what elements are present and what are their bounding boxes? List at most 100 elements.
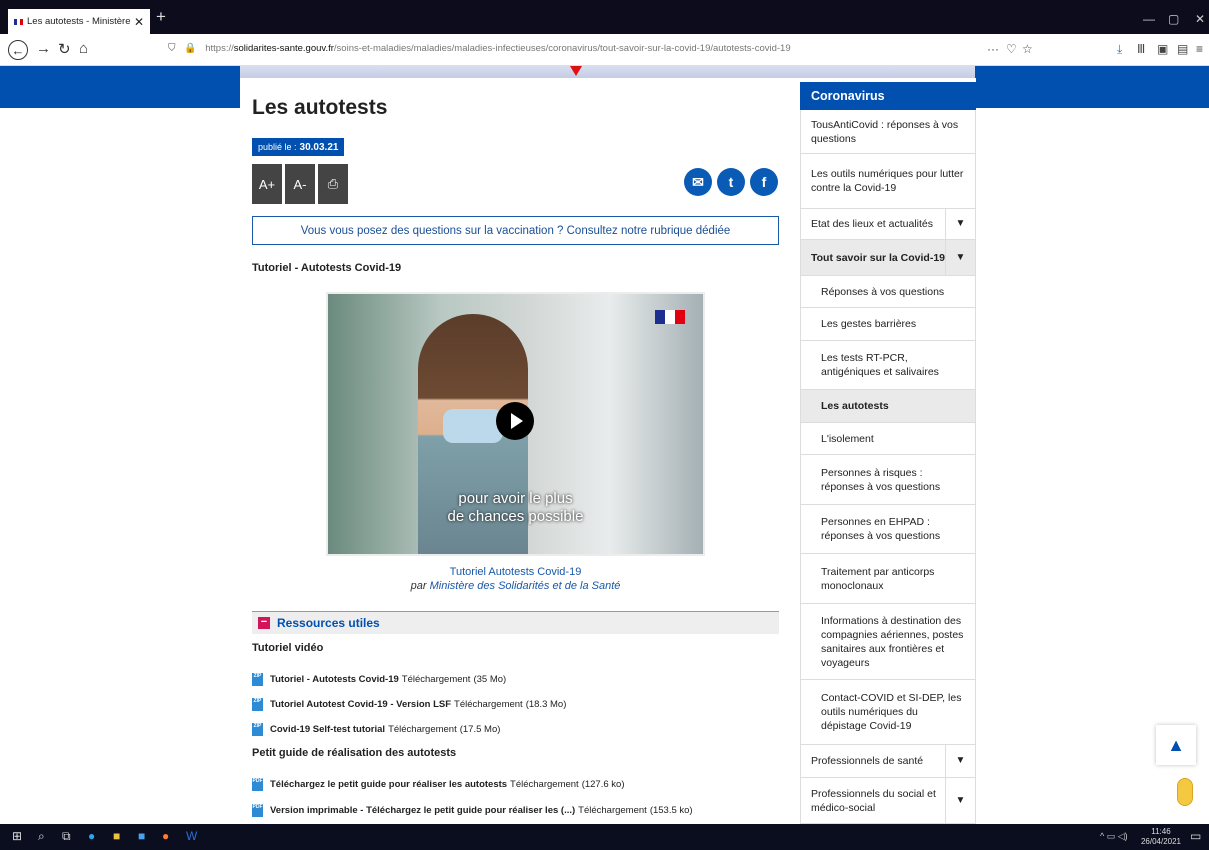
vaccination-link[interactable]: Vous vous posez des questions sur la vac…: [252, 216, 779, 245]
download-name: Version imprimable - Téléchargez le peti…: [270, 805, 576, 816]
sidebar-item-professionnels-social[interactable]: Professionnels du social et médico-socia…: [800, 778, 976, 824]
back-arrow-icon[interactable]: ←: [8, 40, 28, 60]
font-increase-button[interactable]: A+: [252, 164, 282, 204]
store-icon[interactable]: ■: [138, 829, 145, 843]
download-item[interactable]: ZIP Tutoriel Autotest Covid-19 - Version…: [252, 698, 566, 711]
download-item[interactable]: ZIP Tutoriel - Autotests Covid-19 Téléch…: [252, 673, 506, 686]
padlock-icon[interactable]: [1177, 778, 1193, 806]
download-size: (35 Mo): [473, 674, 507, 685]
download-size: (153.5 ko): [649, 805, 693, 816]
download-item[interactable]: PDF Version imprimable - Téléchargez le …: [252, 804, 693, 817]
clock[interactable]: 11:46 26/04/2021: [1141, 827, 1181, 847]
minimize-icon[interactable]: —: [1143, 12, 1155, 26]
font-decrease-button[interactable]: A-: [285, 164, 315, 204]
tab-title: Les autotests - Ministère des S: [27, 16, 131, 27]
download-action: Téléchargement: [401, 674, 471, 685]
sidebar-item-reponses[interactable]: Réponses à vos questions: [800, 276, 976, 308]
play-icon[interactable]: [496, 402, 534, 440]
sidebar-title[interactable]: Coronavirus: [800, 82, 976, 110]
sidebar-item-label: Les autotests: [821, 400, 889, 412]
library-icon[interactable]: Ⅲ: [1137, 42, 1145, 56]
download-action: Téléchargement: [388, 724, 457, 735]
video-title-link[interactable]: Tutoriel Autotests Covid-19: [326, 566, 705, 578]
scroll-to-top-button[interactable]: ▲: [1156, 725, 1196, 765]
sidebar-item-label: L'isolement: [821, 432, 874, 445]
facebook-share-icon[interactable]: f: [750, 168, 778, 196]
resources-header[interactable]: − Ressources utiles: [252, 611, 779, 634]
system-tray-icons[interactable]: ^ ▭ ◁): [1100, 831, 1128, 842]
home-icon[interactable]: ⌂: [79, 40, 88, 57]
task-view-icon[interactable]: ⧉: [62, 829, 71, 844]
published-label: publié le :: [258, 142, 297, 152]
more-actions-icon[interactable]: ···: [987, 42, 999, 56]
article-tools: A+ A- ⎙: [252, 164, 348, 204]
download-action: Téléchargement: [510, 779, 579, 790]
taskbar: ⊞ ⌕ ⧉ ● ■ ■ ● W ^ ▭ ◁) 11:46 26/04/2021 …: [0, 824, 1209, 850]
sidebar-item-compagnies-aeriennes[interactable]: Informations à destination des compagnie…: [800, 604, 976, 680]
word-icon[interactable]: W: [186, 829, 197, 843]
sidebar-item-tests[interactable]: Les tests RT-PCR, antigéniques et saliva…: [800, 341, 976, 390]
download-name: Tutoriel Autotest Covid-19 - Version LSF: [270, 699, 452, 710]
clock-date: 26/04/2021: [1140, 837, 1181, 846]
browser-tab[interactable]: Les autotests - Ministère des S ✕: [8, 9, 150, 34]
restore-icon[interactable]: ▢: [1168, 12, 1179, 26]
sidebar-icon[interactable]: ▣: [1157, 42, 1168, 56]
shield-icon: ⛉: [168, 43, 176, 54]
sidebar-item-autotests[interactable]: Les autotests: [800, 390, 976, 423]
collapse-icon[interactable]: −: [258, 617, 270, 629]
file-explorer-icon[interactable]: ■: [113, 829, 120, 843]
bookmark-star-icon[interactable]: ☆: [1022, 42, 1033, 56]
chevron-down-icon[interactable]: ▼: [945, 778, 975, 823]
twitter-share-icon[interactable]: t: [717, 168, 745, 196]
sidebar-item-label: Contact-COVID et SI-DEP, les outils numé…: [821, 692, 962, 732]
pocket-icon[interactable]: ♡: [1006, 42, 1017, 56]
sidebar-item-label: Traitement par anticorps monoclonaux: [821, 565, 935, 592]
video-author-link[interactable]: Ministère des Solidarités et de la Santé: [430, 580, 621, 592]
sidebar-item-anticorps[interactable]: Traitement par anticorps monoclonaux: [800, 554, 976, 604]
sidebar-item-tout-savoir[interactable]: Tout savoir sur la Covid-19 ▼: [800, 240, 976, 276]
new-tab-button[interactable]: +: [156, 7, 166, 27]
sidebar-item-label: Réponses à vos questions: [821, 285, 945, 298]
notifications-icon[interactable]: ▭: [1190, 829, 1201, 843]
menu-icon[interactable]: ≡: [1196, 42, 1203, 56]
zip-file-icon: ZIP: [252, 723, 263, 736]
firefox-icon[interactable]: ●: [162, 829, 169, 843]
download-item[interactable]: ZIP Covid-19 Self-test tutorial Téléchar…: [252, 723, 500, 736]
close-tab-icon[interactable]: ✕: [134, 15, 144, 29]
download-icon[interactable]: ⤓: [1117, 42, 1122, 57]
search-icon[interactable]: ⌕: [38, 829, 45, 844]
sidebar-item-outils-numeriques[interactable]: Les outils numériques pour lutter contre…: [800, 154, 976, 209]
sidebar-item-etat-des-lieux[interactable]: Etat des lieux et actualités ▼: [800, 209, 976, 240]
sidebar-item-professionnels-sante[interactable]: Professionnels de santé ▼: [800, 745, 976, 778]
video-player[interactable]: pour avoir le plus de chances possible: [326, 292, 705, 556]
french-flag-icon: [655, 310, 685, 324]
sidebar-item-contact-covid[interactable]: Contact-COVID et SI-DEP, les outils numé…: [800, 680, 976, 745]
windows-start-icon[interactable]: ⊞: [12, 829, 22, 843]
chevron-down-icon[interactable]: ▼: [945, 240, 975, 275]
banner-red-mark: [570, 66, 582, 76]
email-share-icon[interactable]: ✉: [684, 168, 712, 196]
close-window-icon[interactable]: ✕: [1195, 12, 1205, 26]
sidebar-item-ehpad[interactable]: Personnes en EHPAD : réponses à vos ques…: [800, 505, 976, 554]
download-item[interactable]: PDF Téléchargez le petit guide pour réal…: [252, 778, 624, 791]
print-icon[interactable]: ⎙: [318, 164, 348, 204]
chevron-down-icon[interactable]: ▼: [945, 745, 975, 777]
pdf-file-icon: PDF: [252, 804, 263, 817]
sidebar-item-tousanticovid[interactable]: TousAntiCovid : réponses à vos questions: [800, 110, 976, 154]
extension-icon[interactable]: ▤: [1177, 42, 1188, 56]
download-size: (127.6 ko): [581, 779, 625, 790]
browser-tab-bar: Les autotests - Ministère des S ✕ + — ▢ …: [0, 0, 1209, 34]
reload-icon[interactable]: ↻: [58, 40, 71, 58]
sidebar-item-label: Les gestes barrières: [821, 318, 917, 330]
forward-arrow-icon[interactable]: →: [36, 40, 51, 57]
chevron-down-icon[interactable]: ▼: [945, 209, 975, 239]
sidebar-item-gestes-barrieres[interactable]: Les gestes barrières: [800, 308, 976, 341]
sidebar-item-label: Etat des lieux et actualités: [811, 218, 933, 230]
sidebar-item-isolement[interactable]: L'isolement: [800, 423, 976, 455]
browser-nav-bar: ← → ↻ ⌂ ⛉ 🔒 https://solidarites-sante.go…: [0, 34, 1209, 66]
edge-icon[interactable]: ●: [88, 829, 95, 843]
resources-section-heading: Petit guide de réalisation des autotests: [252, 747, 457, 759]
sidebar-item-personnes-risques[interactable]: Personnes à risques : réponses à vos que…: [800, 455, 976, 505]
sidebar-item-label: Informations à destination des compagnie…: [821, 614, 964, 669]
url-bar[interactable]: ⛉ 🔒 https://solidarites-sante.gouv.fr/so…: [168, 43, 791, 54]
